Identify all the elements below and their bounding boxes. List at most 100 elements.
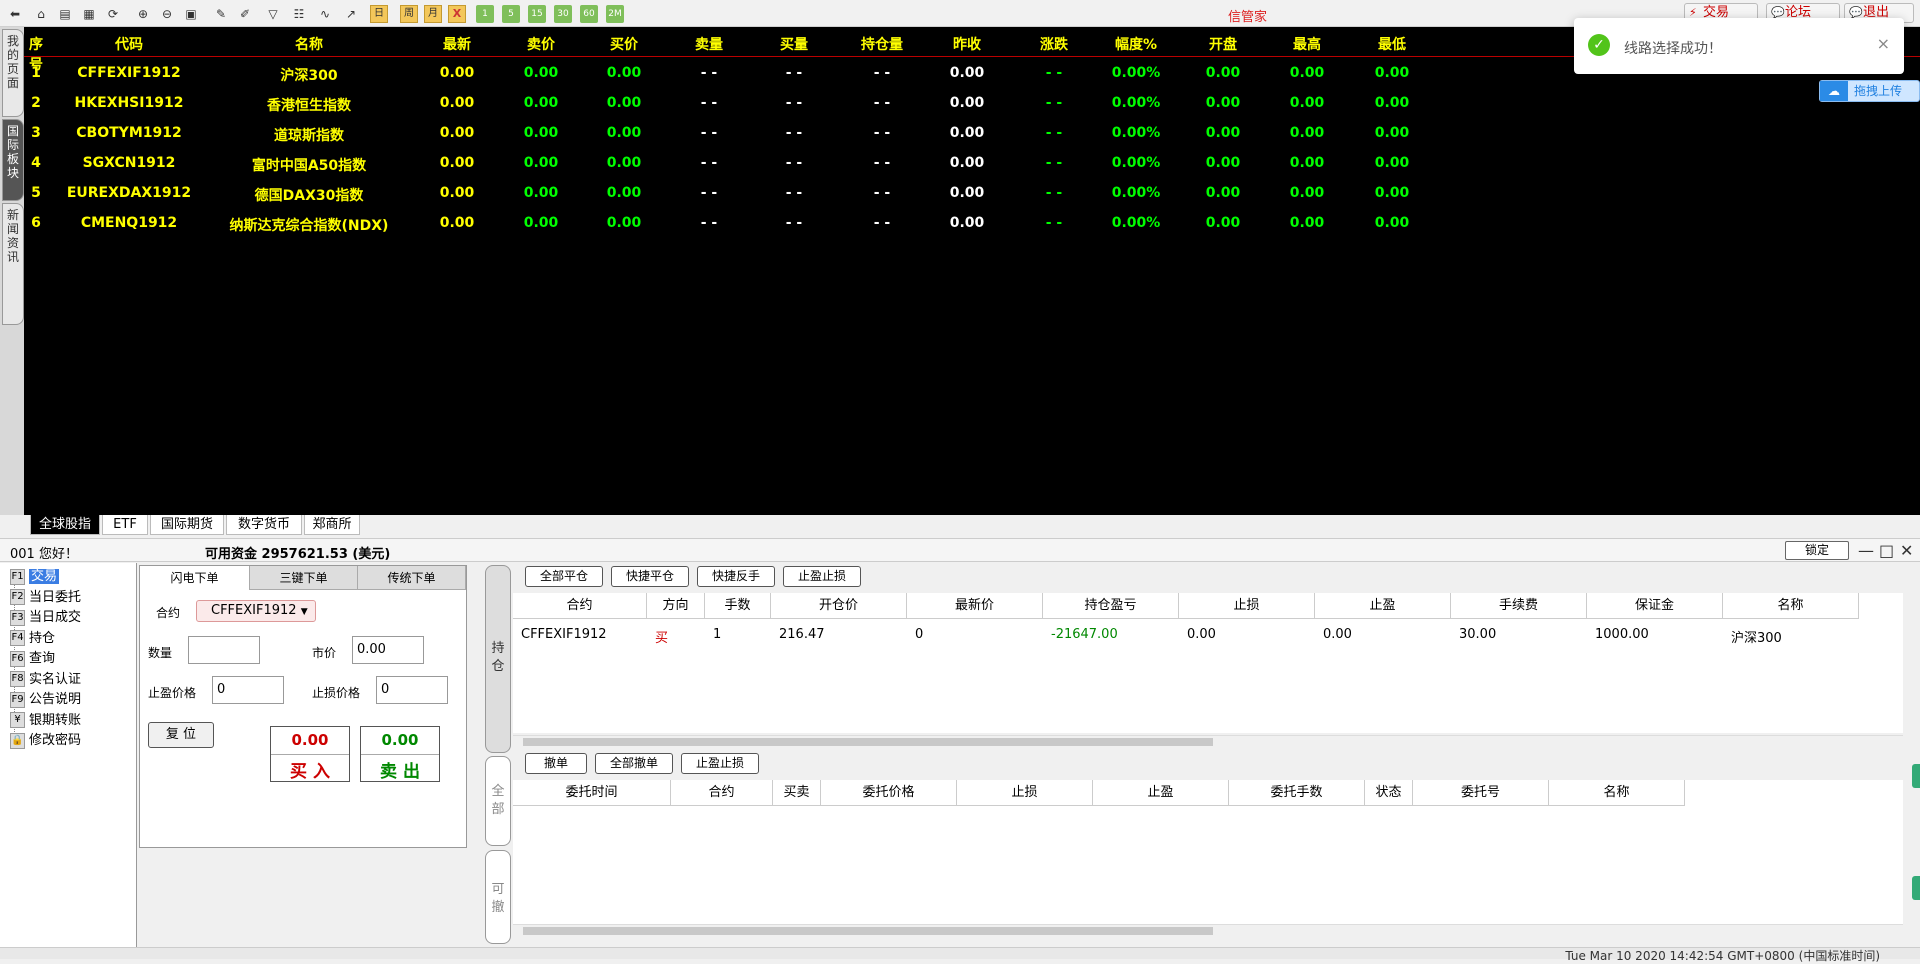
nav-item[interactable]: F2 当日委托 [10, 588, 81, 608]
positions-col-header[interactable]: 止盈 [1315, 593, 1451, 619]
period-week-button[interactable]: 周 [400, 5, 418, 23]
quote-col-header[interactable]: 买价 [599, 34, 649, 54]
period-30min-button[interactable]: 30 [554, 5, 572, 23]
table-icon[interactable]: ☷ [290, 5, 308, 23]
orders-col-header[interactable]: 委托价格 [821, 780, 957, 806]
line-chart-icon[interactable]: ∿ [316, 5, 334, 23]
book-icon[interactable]: ▤ [56, 5, 74, 23]
orders-col-header[interactable]: 合约 [671, 780, 773, 806]
refresh-icon[interactable]: ⟳ [104, 5, 122, 23]
quote-row[interactable]: 4 SGXCN1912 富时中国A50指数 0.00 0.00 0.00- -- -- -… [24, 149, 1920, 179]
nav-item[interactable]: 🔒 修改密码 [10, 731, 81, 751]
period-15min-button[interactable]: 15 [528, 5, 546, 23]
orders-scrollbar[interactable] [513, 924, 1903, 936]
take-profit-input[interactable]: 0 [212, 676, 284, 704]
period-day-button[interactable]: 日 [370, 5, 388, 23]
close-icon[interactable]: × [1877, 34, 1890, 53]
drag-upload-button[interactable]: ☁ 拖拽上传 [1819, 80, 1920, 102]
nav-item[interactable]: F9 公告说明 [10, 690, 81, 710]
market-tab[interactable]: ETF [102, 515, 148, 535]
tab-cancelable[interactable]: 可撤 [485, 850, 511, 944]
market-tab[interactable]: 全球股指 [30, 515, 100, 535]
minimize-icon[interactable]: — [1858, 541, 1874, 560]
reset-button[interactable]: 复 位 [148, 722, 214, 748]
market-tab[interactable]: 数字货币 [226, 515, 302, 535]
sell-button[interactable]: 0.00 卖 出 [360, 726, 440, 782]
market-price-input[interactable]: 0.00 [352, 636, 424, 664]
tab-flash-order[interactable]: 闪电下单 [140, 566, 250, 590]
positions-col-header[interactable]: 止损 [1179, 593, 1315, 619]
zoom-in-icon[interactable]: ⊕ [134, 5, 152, 23]
orders-col-header[interactable]: 委托手数 [1229, 780, 1365, 806]
tab-positions[interactable]: 持仓 [485, 565, 511, 753]
period-1min-button[interactable]: 1 [476, 5, 494, 23]
orders-col-header[interactable]: 止盈 [1093, 780, 1229, 806]
positions-col-header[interactable]: 持仓盈亏 [1043, 593, 1179, 619]
quote-col-header[interactable]: 代码 [69, 34, 189, 54]
pen-icon[interactable]: ✎ [212, 5, 230, 23]
action-button[interactable]: 止盈止损 [783, 566, 861, 587]
period-2m-button[interactable]: 2M [606, 5, 624, 23]
period-5min-button[interactable]: 5 [502, 5, 520, 23]
quote-row[interactable]: 2 HKEXHSI1912 香港恒生指数 0.00 0.00 0.00- -- -- -0… [24, 89, 1920, 119]
nav-item[interactable]: F4 持仓 [10, 629, 55, 649]
positions-col-header[interactable]: 手续费 [1451, 593, 1587, 619]
side-grip[interactable] [1912, 876, 1920, 900]
window-icon[interactable]: ▣ [182, 5, 200, 23]
period-x-button[interactable]: X [448, 5, 466, 23]
market-tab[interactable]: 国际期货 [150, 515, 224, 535]
nav-item[interactable]: F1 交易 [10, 567, 60, 587]
filter-icon[interactable]: ▽ [264, 5, 282, 23]
zoom-out-icon[interactable]: ⊖ [158, 5, 176, 23]
nav-item[interactable]: F6 查询 [10, 649, 55, 669]
side-grip[interactable] [1912, 764, 1920, 788]
quote-col-header[interactable]: 名称 [229, 34, 389, 54]
quote-col-header[interactable]: 持仓量 [852, 34, 912, 54]
nav-item[interactable]: F3 当日成交 [10, 608, 81, 628]
quantity-input[interactable] [188, 636, 260, 664]
quote-col-header[interactable]: 幅度% [1106, 34, 1166, 54]
brush-icon[interactable]: ✐ [236, 5, 254, 23]
quote-col-header[interactable]: 买量 [769, 34, 819, 54]
quote-col-header[interactable]: 开盘 [1198, 34, 1248, 54]
home-icon[interactable]: ⌂ [32, 5, 50, 23]
quote-col-header[interactable]: 最高 [1282, 34, 1332, 54]
back-arrow-icon[interactable]: ⬅ [6, 5, 24, 23]
quote-col-header[interactable]: 昨收 [942, 34, 992, 54]
stop-loss-input[interactable]: 0 [376, 676, 448, 704]
period-month-button[interactable]: 月 [424, 5, 442, 23]
quote-col-header[interactable]: 最低 [1367, 34, 1417, 54]
market-tab[interactable]: 郑商所 [304, 515, 360, 535]
orders-col-header[interactable]: 买卖 [773, 780, 821, 806]
positions-scrollbar[interactable] [513, 735, 1903, 747]
orders-col-header[interactable]: 止损 [957, 780, 1093, 806]
action-button[interactable]: 快捷平仓 [611, 566, 689, 587]
quote-col-header[interactable]: 卖量 [684, 34, 734, 54]
contract-select[interactable]: CFFEXIF1912 ▼ [196, 600, 316, 622]
quote-row[interactable]: 5 EUREXDAX1912 德国DAX30指数 0.00 0.00 0.00- -- -… [24, 179, 1920, 209]
positions-col-header[interactable]: 开仓价 [771, 593, 907, 619]
quote-col-header[interactable]: 最新 [432, 34, 482, 54]
orders-col-header[interactable]: 委托号 [1413, 780, 1549, 806]
lock-button[interactable]: 锁定 [1785, 541, 1849, 560]
nav-item[interactable]: ¥ 银期转账 [10, 711, 81, 731]
tab-traditional-order[interactable]: 传统下单 [358, 566, 466, 590]
trend-chart-icon[interactable]: ↗ [342, 5, 360, 23]
scroll-thumb[interactable] [523, 738, 1213, 746]
orders-col-header[interactable]: 委托时间 [513, 780, 671, 806]
tab-three-key-order[interactable]: 三键下单 [250, 566, 358, 590]
positions-col-header[interactable]: 最新价 [907, 593, 1043, 619]
action-button[interactable]: 全部撤单 [595, 753, 673, 774]
period-60min-button[interactable]: 60 [580, 5, 598, 23]
positions-col-header[interactable]: 手数 [705, 593, 771, 619]
positions-col-header[interactable]: 名称 [1723, 593, 1859, 619]
action-button[interactable]: 止盈止损 [681, 753, 759, 774]
close-window-icon[interactable]: ✕ [1900, 541, 1913, 560]
maximize-icon[interactable]: □ [1879, 541, 1894, 560]
orders-col-header[interactable]: 名称 [1549, 780, 1685, 806]
positions-col-header[interactable]: 保证金 [1587, 593, 1723, 619]
action-button[interactable]: 撤单 [525, 753, 587, 774]
quote-row[interactable]: 3 CBOTYM1912 道琼斯指数 0.00 0.00 0.00- -- -- -0.0… [24, 119, 1920, 149]
news-icon[interactable]: ▦ [80, 5, 98, 23]
orders-col-header[interactable]: 状态 [1365, 780, 1413, 806]
